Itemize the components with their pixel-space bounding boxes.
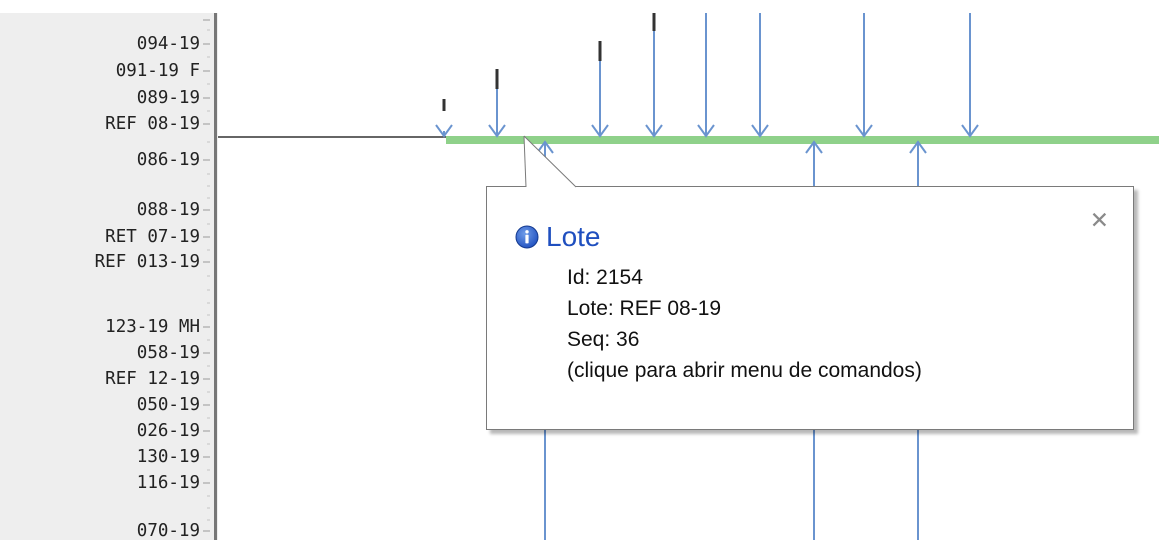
top-strip: [0, 0, 1159, 13]
tooltip-lot: Lote: REF 08-19: [567, 297, 722, 320]
event-marker[interactable]: [652, 13, 656, 31]
down-arrow[interactable]: [488, 83, 506, 138]
lot-tooltip[interactable]: Lote ✕ Id: 2154 Lote: REF 08-19 Seq: 36 …: [486, 186, 1134, 430]
tooltip-pointer: [523, 135, 577, 188]
tooltip-hint: (clique para abrir menu de comandos): [567, 359, 922, 382]
y-axis-ticks: [203, 19, 210, 532]
tooltip-seq: Seq: 36: [567, 328, 640, 351]
down-arrow[interactable]: [645, 13, 663, 138]
down-arrow[interactable]: [751, 13, 769, 138]
markers: [442, 13, 656, 111]
y-axis-panel: 094-19 091-19 F 089-19 REF 08-19 086-19 …: [0, 0, 218, 540]
down-arrows: [435, 13, 979, 138]
event-marker[interactable]: [598, 41, 602, 61]
down-arrow[interactable]: [855, 13, 873, 138]
tooltip-body: Id: 2154 Lote: REF 08-19 Seq: 36 (clique…: [567, 262, 922, 386]
event-marker[interactable]: [495, 69, 499, 89]
close-icon[interactable]: ✕: [1090, 209, 1109, 233]
tooltip-header: Lote: [515, 219, 601, 255]
event-marker[interactable]: [442, 99, 446, 111]
down-arrow[interactable]: [961, 13, 979, 138]
tooltip-title: Lote: [546, 221, 601, 252]
y-axis-line: [214, 13, 217, 540]
info-icon: [515, 225, 539, 249]
down-arrow[interactable]: [697, 13, 715, 138]
down-arrow[interactable]: [435, 124, 453, 138]
timeline-chart-view: 094-19 091-19 F 089-19 REF 08-19 086-19 …: [0, 0, 1159, 540]
tooltip-id: Id: 2154: [567, 266, 643, 289]
